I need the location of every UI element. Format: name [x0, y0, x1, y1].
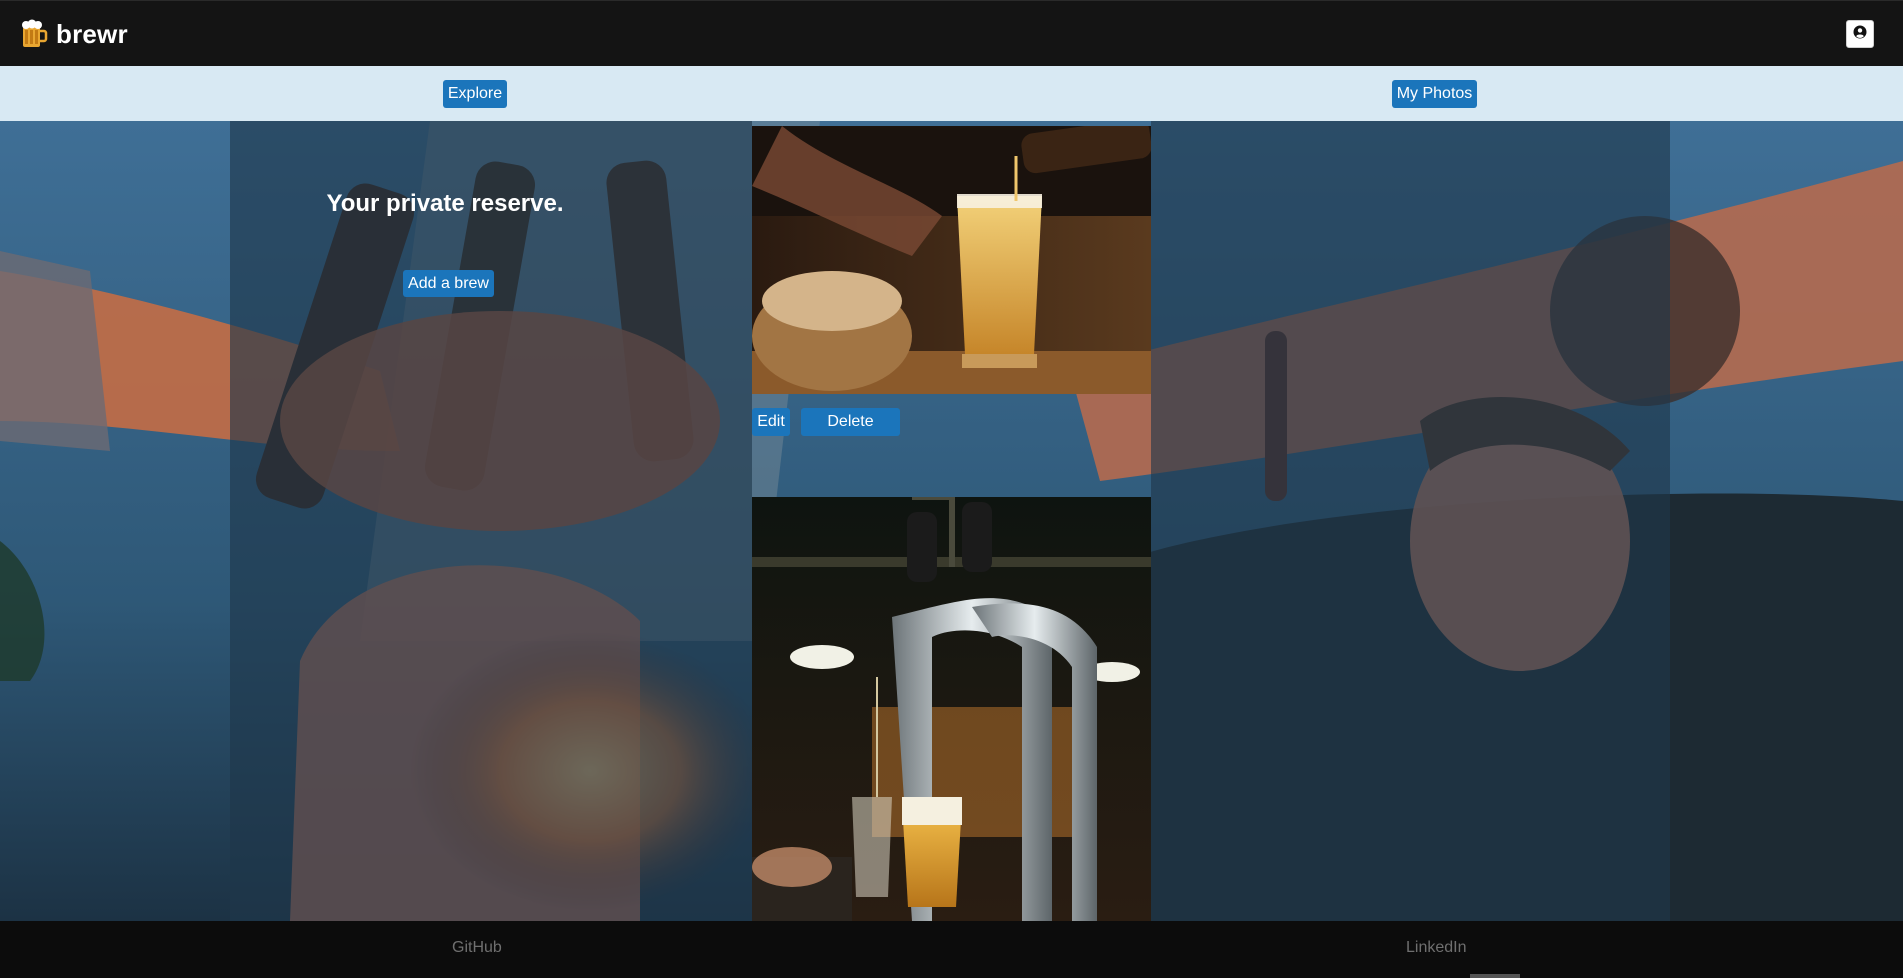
brew-photo[interactable]: [752, 126, 1151, 394]
delete-photo-button[interactable]: Delete: [801, 408, 900, 436]
left-panel: [230, 121, 752, 921]
footer: GitHub LinkedIn: [0, 921, 1903, 978]
nav-bar: Explore My Photos: [0, 66, 1903, 121]
brand[interactable]: brewr: [20, 18, 128, 50]
brew-photo[interactable]: [752, 497, 1151, 921]
user-circle-icon: [1853, 25, 1867, 44]
app-root: brewr Explore My Photos Your private res…: [0, 0, 1903, 978]
my-photos-button[interactable]: My Photos: [1392, 80, 1477, 108]
github-link[interactable]: GitHub: [452, 939, 502, 957]
add-brew-button[interactable]: Add a brew: [403, 270, 494, 297]
app-name: brewr: [56, 18, 128, 49]
edit-photo-button[interactable]: Edit: [752, 408, 790, 436]
right-panel: [1151, 121, 1670, 921]
beer-mug-icon: [20, 19, 48, 49]
top-bar: brewr: [0, 0, 1903, 66]
linkedin-link[interactable]: LinkedIn: [1406, 939, 1467, 957]
explore-button[interactable]: Explore: [443, 80, 507, 108]
user-menu-button[interactable]: [1846, 20, 1874, 48]
scroll-indicator: [1470, 974, 1520, 978]
page-title: Your private reserve.: [326, 190, 564, 217]
